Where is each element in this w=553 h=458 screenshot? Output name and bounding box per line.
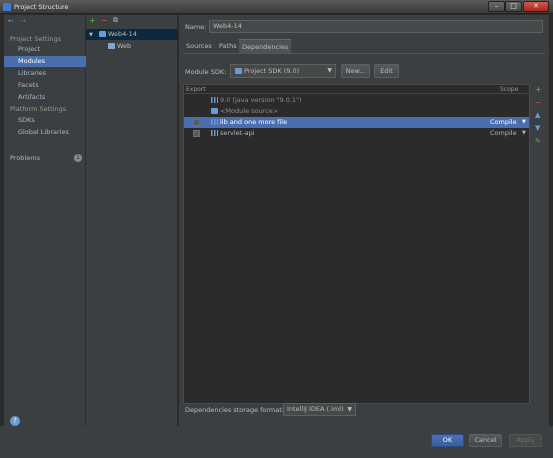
storage-format-value: IntelliJ IDEA (.iml) <box>287 405 344 413</box>
nav-item-modules[interactable]: Modules <box>4 56 86 67</box>
problems-label: Problems <box>10 154 40 162</box>
dep-name-text: lib and one more file <box>220 118 288 126</box>
chevron-down-icon: ▼ <box>347 406 352 413</box>
library-icon <box>211 130 218 136</box>
module-folder-icon <box>98 31 106 37</box>
edit-sdk-button[interactable]: Edit <box>374 64 399 78</box>
minimize-button[interactable]: – <box>488 1 505 12</box>
copy-icon[interactable]: ⧉ <box>113 16 118 25</box>
col-export-header: Export <box>186 86 206 93</box>
dep-name: 9.0 (java version "9.0.1") <box>211 95 302 106</box>
module-tree-panel: + − ⧉ ▼ Web4-14 Web <box>86 15 178 426</box>
col-scope-header: Scope <box>500 86 519 93</box>
sdk-value: Project SDK (9.0) <box>244 67 300 75</box>
export-checkbox[interactable] <box>193 119 200 126</box>
app-icon <box>3 3 11 11</box>
project-settings-title: Project Settings <box>10 35 61 43</box>
table-row[interactable]: 9.0 (java version "9.0.1") <box>184 95 529 106</box>
nav-item-facets[interactable]: Facets <box>4 80 86 91</box>
chevron-down-icon[interactable]: ▼ <box>522 128 526 139</box>
dep-name: lib and one more file <box>211 117 287 128</box>
web-facet-name: Web <box>117 42 132 50</box>
module-sdk-select[interactable]: Project SDK (9.0) ▼ <box>230 64 336 78</box>
source-folder-icon <box>211 108 218 114</box>
table-header: Export Scope <box>184 85 529 94</box>
tab-dependencies[interactable]: Dependencies <box>239 39 292 53</box>
table-row[interactable]: lib and one more file Compile ▼ <box>184 117 529 128</box>
tab-sources[interactable]: Sources <box>183 39 215 53</box>
module-name: Web4-14 <box>107 30 137 38</box>
chevron-down-icon: ▼ <box>327 67 332 74</box>
export-checkbox[interactable] <box>193 130 200 137</box>
nav-item-problems[interactable]: Problems 1 <box>10 154 86 162</box>
move-up-icon[interactable]: ▲ <box>535 111 540 119</box>
storage-format-label: Dependencies storage format: <box>185 406 284 414</box>
web-facet-icon <box>108 43 115 49</box>
edit-pencil-icon[interactable]: ✎ <box>535 137 541 145</box>
module-details: Name: Web4-14 Sources Paths Dependencies… <box>179 15 549 426</box>
nav-toolbar: ← → <box>4 15 86 29</box>
nav-item-libraries[interactable]: Libraries <box>4 68 86 79</box>
title-bar: Project Structure – □ ✕ <box>0 0 553 14</box>
tree-node-web[interactable]: Web <box>108 41 131 52</box>
library-icon <box>211 119 218 125</box>
settings-nav-panel: ← → Project Settings Project Modules Lib… <box>4 15 86 426</box>
problems-count-badge: 1 <box>74 154 82 162</box>
window-title: Project Structure <box>14 3 69 11</box>
nav-item-sdks[interactable]: SDKs <box>4 115 86 126</box>
apply-button[interactable]: Apply <box>509 434 542 447</box>
table-row[interactable]: <Module source> <box>184 106 529 117</box>
name-label: Name: <box>185 23 207 31</box>
tab-divider <box>183 53 545 54</box>
dialog-button-bar: OK Cancel Apply <box>0 426 553 458</box>
dep-name-text: 9.0 (java version "9.0.1") <box>220 96 302 104</box>
dependencies-table: Export Scope 9.0 (java version "9.0.1") … <box>183 84 530 404</box>
nav-item-global-libraries[interactable]: Global Libraries <box>4 127 86 138</box>
table-row[interactable]: servlet-api Compile ▼ <box>184 128 529 139</box>
forward-arrow-icon[interactable]: → <box>20 17 26 25</box>
module-sdk-label: Module SDK: <box>185 68 227 76</box>
remove-icon[interactable]: − <box>101 16 108 25</box>
storage-format-select[interactable]: IntelliJ IDEA (.iml) ▼ <box>283 403 356 416</box>
chevron-down-icon[interactable]: ▼ <box>522 117 526 128</box>
nav-item-artifacts[interactable]: Artifacts <box>4 92 86 103</box>
back-arrow-icon[interactable]: ← <box>8 17 14 25</box>
platform-settings-title: Platform Settings <box>10 105 67 113</box>
maximize-button[interactable]: □ <box>505 1 522 12</box>
dep-name: <Module source> <box>211 106 278 117</box>
add-icon[interactable]: + <box>89 16 96 25</box>
dep-name-text: <Module source> <box>220 107 279 115</box>
sdk-folder-icon <box>235 68 242 74</box>
dep-name-text: servlet-api <box>220 129 255 137</box>
tree-node-module[interactable]: ▼ Web4-14 <box>86 29 178 40</box>
close-button[interactable]: ✕ <box>523 1 549 12</box>
ok-button[interactable]: OK <box>431 434 464 447</box>
add-dependency-icon[interactable]: + <box>535 85 542 94</box>
module-name-input[interactable]: Web4-14 <box>209 20 543 33</box>
tab-paths[interactable]: Paths <box>216 39 240 53</box>
nav-item-project[interactable]: Project <box>4 44 86 55</box>
scope-value[interactable]: Compile <box>490 117 517 128</box>
new-sdk-button[interactable]: New... <box>341 64 370 78</box>
sdk-icon <box>211 97 218 103</box>
move-down-icon[interactable]: ▼ <box>535 124 540 132</box>
dep-name: servlet-api <box>211 128 255 139</box>
scope-value[interactable]: Compile <box>490 128 517 139</box>
cancel-button[interactable]: Cancel <box>469 434 502 447</box>
remove-dependency-icon[interactable]: − <box>535 98 542 107</box>
help-icon[interactable]: ? <box>10 416 20 426</box>
expand-arrow-icon[interactable]: ▼ <box>89 32 93 38</box>
